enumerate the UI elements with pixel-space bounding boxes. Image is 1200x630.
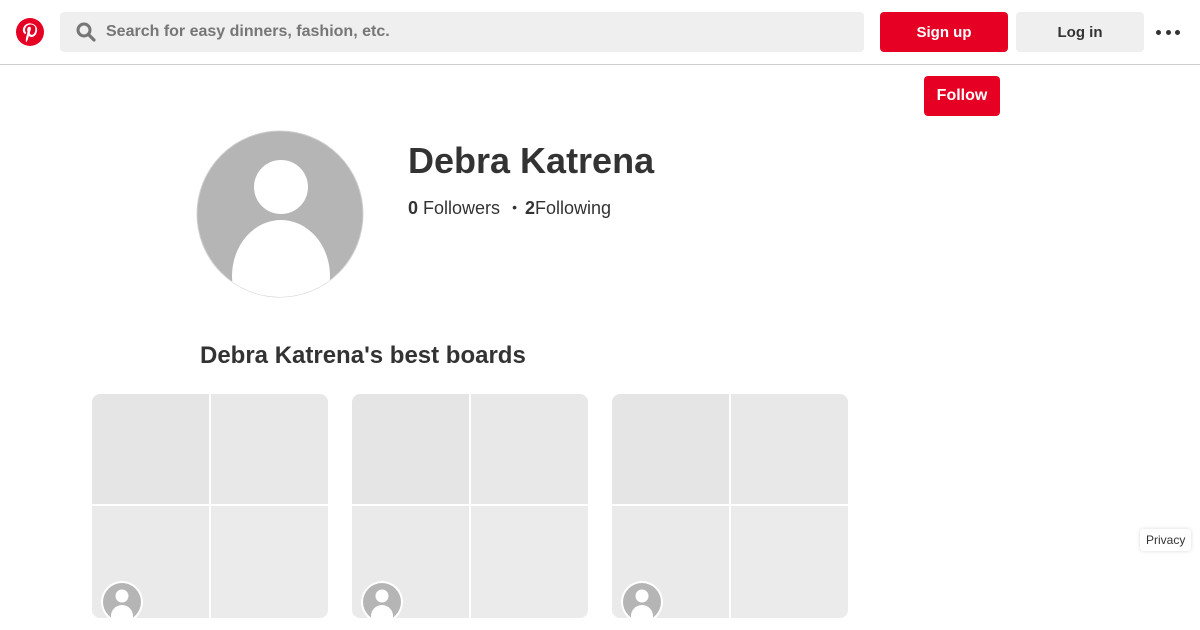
board-thumbnail [92, 394, 209, 504]
board-thumbnail [352, 394, 469, 504]
more-dot [1156, 29, 1161, 35]
top-navigation-bar: Sign up Log in [0, 0, 1200, 65]
sign-up-button[interactable]: Sign up [880, 12, 1008, 52]
more-dot [1165, 29, 1171, 35]
log-in-button[interactable]: Log in [1016, 12, 1144, 52]
board-thumbnail [731, 394, 848, 504]
board-thumbnail [211, 506, 328, 618]
privacy-link[interactable]: Privacy [1140, 529, 1192, 551]
profile-name: Debra Katrena [408, 140, 655, 181]
followers-link[interactable]: 0 Followers [408, 198, 500, 218]
following-count: 2 [524, 198, 535, 218]
board-owner-avatar-icon [621, 581, 663, 618]
search-bar[interactable] [60, 12, 864, 52]
more-dot [1175, 29, 1180, 35]
pinterest-logo-icon[interactable] [16, 18, 44, 46]
boards-section-title: Debra Katrena's best boards [200, 342, 526, 369]
followers-label: Followers [423, 198, 501, 218]
profile-stats: 0 Followers • 2Following [408, 198, 611, 219]
board-card[interactable] [92, 394, 328, 618]
more-options-icon[interactable] [1156, 22, 1180, 42]
board-thumbnail [471, 394, 588, 504]
board-thumbnail [211, 394, 328, 504]
search-icon [76, 22, 96, 42]
board-thumbnail [471, 506, 588, 618]
following-label: Following [534, 198, 612, 218]
board-card[interactable] [612, 394, 848, 618]
search-input[interactable] [106, 12, 846, 52]
board-owner-avatar-icon [101, 581, 143, 618]
follow-button[interactable]: Follow [924, 76, 1000, 116]
board-owner-avatar-icon [361, 581, 403, 618]
stats-separator: • [512, 199, 517, 215]
board-card[interactable] [352, 394, 588, 618]
profile-avatar-icon [196, 130, 364, 298]
board-thumbnail [731, 506, 848, 618]
followers-count: 0 [408, 198, 419, 218]
board-thumbnail [612, 394, 729, 504]
following-link[interactable]: 2Following [525, 198, 611, 218]
